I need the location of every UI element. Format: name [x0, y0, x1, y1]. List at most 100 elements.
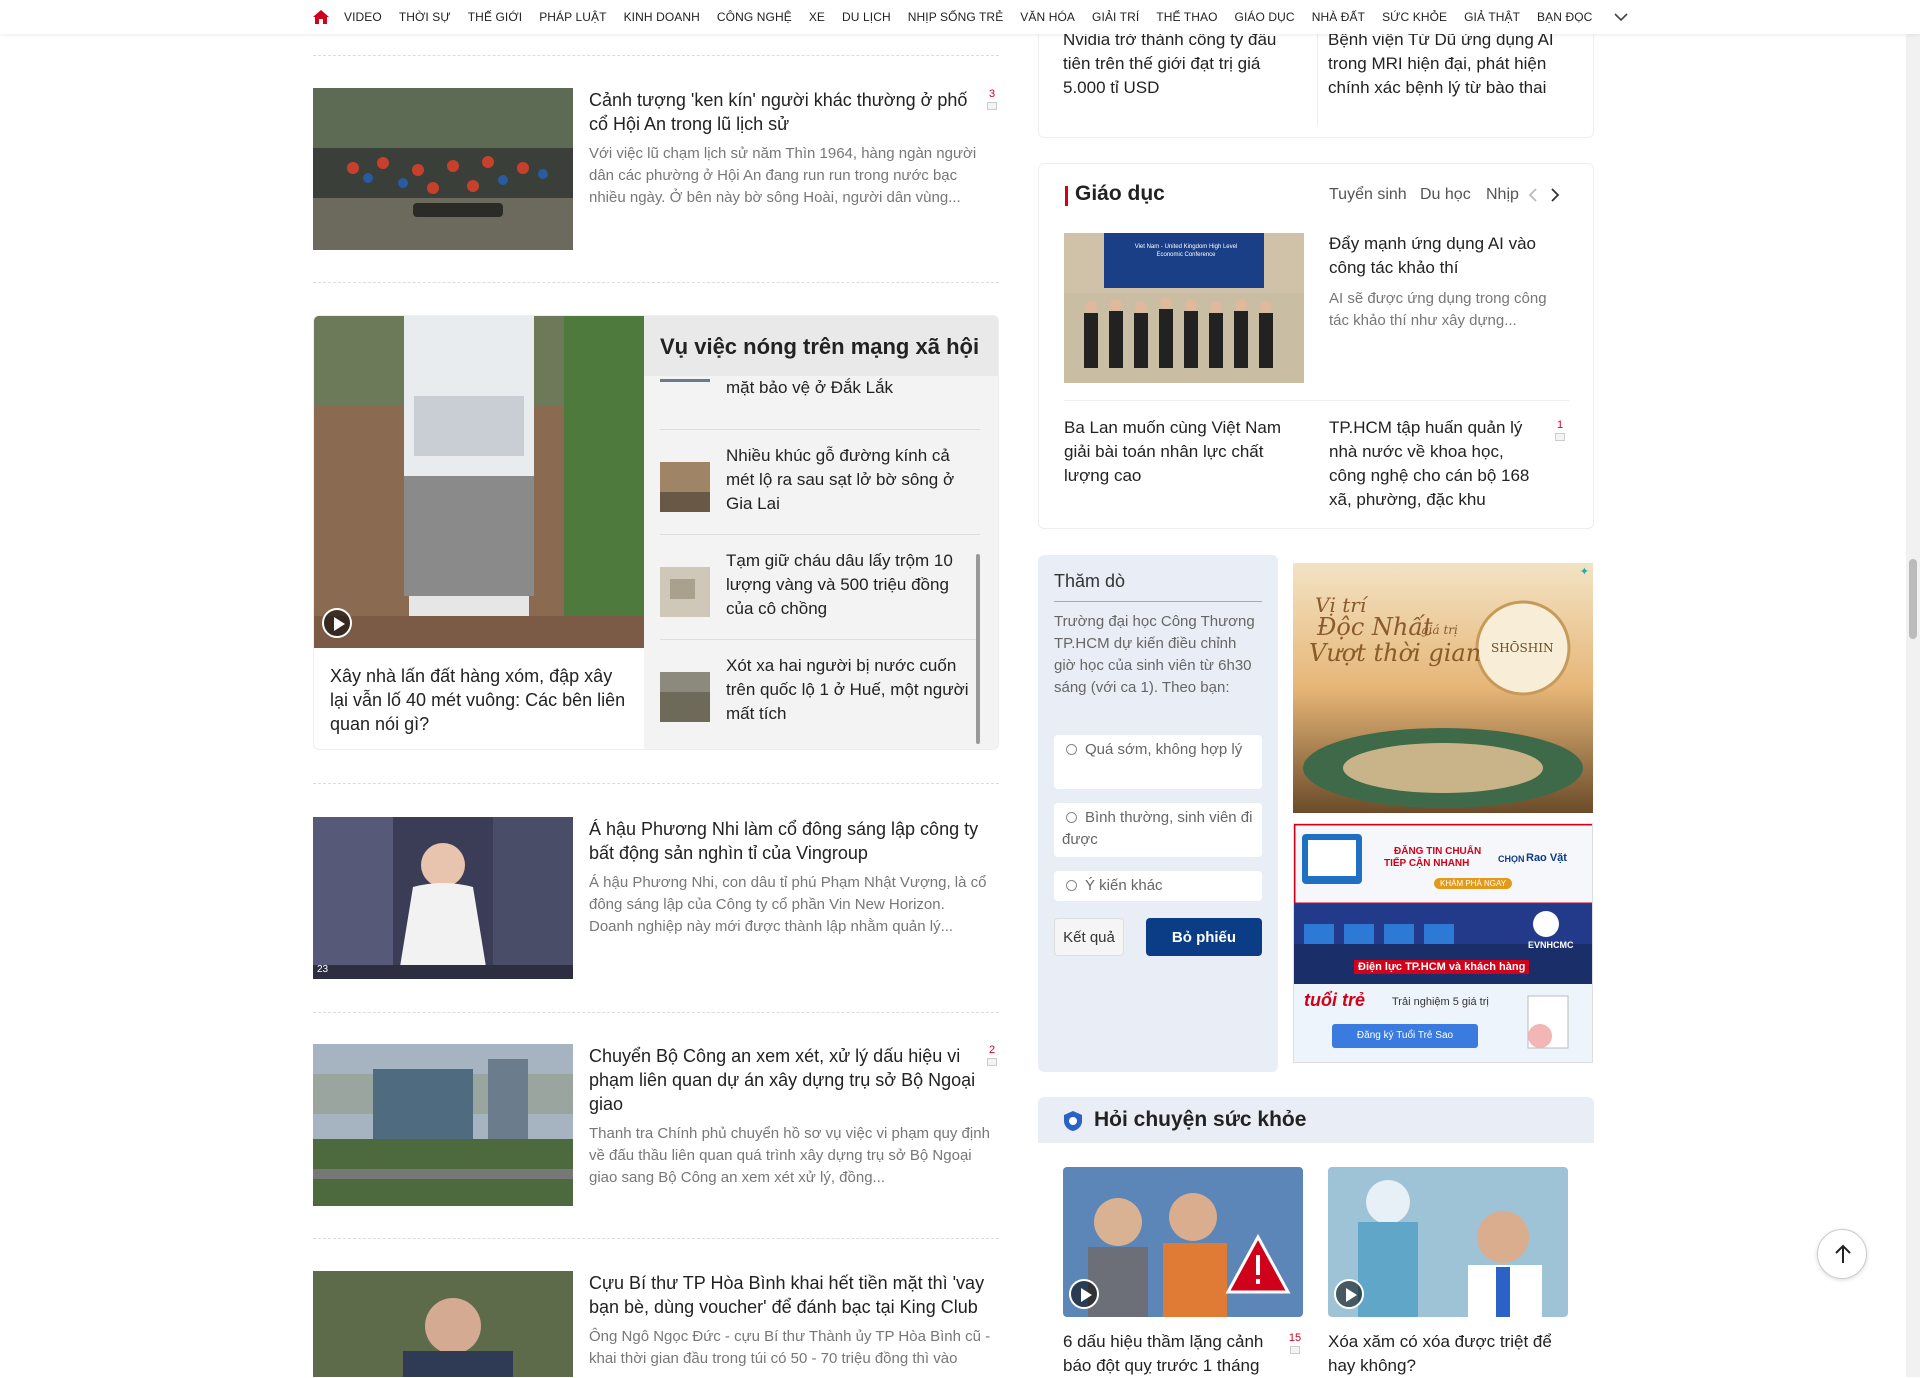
item-thumbnail[interactable]	[660, 567, 710, 617]
item-title[interactable]: Tạm giữ cháu dâu lấy trộm 10 lượng vàng …	[726, 549, 974, 621]
chevron-down-icon[interactable]	[1613, 9, 1629, 25]
news-title[interactable]: Bệnh viện Từ Dũ ứng dụng AI trong MRI hi…	[1328, 28, 1568, 100]
nav-item-thoi-su[interactable]: THỜI SỰ	[399, 10, 451, 24]
item-thumbnail[interactable]	[660, 374, 710, 382]
ad-text: ĐĂNG TIN CHUẨN	[1394, 846, 1482, 857]
article-item[interactable]: 23 Á hậu Phương Nhi làm cổ đông sáng lập…	[313, 817, 999, 979]
article-item[interactable]: Cảnh tượng 'ken kín' người khác thường ở…	[313, 88, 999, 250]
nav-item-phap-luat[interactable]: PHÁP LUẬT	[539, 10, 606, 24]
comment-count-badge[interactable]: 2	[985, 1044, 999, 1066]
education-box: Giáo dục Tuyển sinh Du học Nhịp Viet Nam…	[1038, 163, 1594, 529]
divider	[313, 55, 999, 56]
poll-result-button[interactable]: Kết quả	[1054, 918, 1124, 956]
home-icon[interactable]	[312, 9, 330, 25]
nav-item-gia-that[interactable]: GIẢ THẬT	[1464, 10, 1520, 24]
divider	[1064, 400, 1569, 401]
featured-video-title[interactable]: Xây nhà lấn đất hàng xóm, đập xây lại vẫ…	[330, 664, 630, 736]
comment-icon	[987, 102, 997, 110]
health-item-title[interactable]: Xóa xăm có xóa được triệt để hay không?	[1328, 1330, 1568, 1378]
article-item[interactable]: Cựu Bí thư TP Hòa Bình khai hết tiền mặt…	[313, 1271, 999, 1377]
article-thumbnail[interactable]	[313, 1271, 573, 1377]
comment-count-badge[interactable]: 1	[1553, 419, 1567, 441]
nav-item-xe[interactable]: XE	[809, 10, 825, 24]
education-lead-thumbnail[interactable]: Viet Nam - United Kingdom High Level Eco…	[1064, 233, 1304, 383]
poll-option[interactable]: Quá sớm, không hợp lý	[1054, 735, 1262, 789]
radio-icon[interactable]	[1066, 880, 1077, 891]
poll-option-label[interactable]: Ý kiến khác	[1085, 877, 1163, 894]
ad-brand: SHŌSHIN	[1491, 641, 1554, 655]
tab-nhip[interactable]: Nhịp	[1486, 186, 1519, 204]
nav-item-the-thao[interactable]: THỂ THAO	[1156, 10, 1217, 24]
tab-tuyen-sinh[interactable]: Tuyển sinh	[1329, 186, 1407, 204]
nav-item-giai-tri[interactable]: GIẢI TRÍ	[1092, 10, 1139, 24]
education-lead-title[interactable]: Đẩy mạnh ứng dụng AI vào công tác khảo t…	[1329, 232, 1569, 280]
advertisement-banner[interactable]: ĐĂNG TIN CHUẨN TIẾP CẬN NHANH KHÁM PHÁ N…	[1294, 824, 1592, 906]
nav-item-video[interactable]: VIDEO	[344, 10, 382, 24]
featured-video-thumbnail[interactable]	[314, 316, 644, 648]
article-title[interactable]: Cảnh tượng 'ken kín' người khác thường ở…	[589, 88, 985, 136]
nav-item-suc-khoe[interactable]: SỨC KHỎE	[1382, 10, 1447, 24]
tab-du-hoc[interactable]: Du học	[1420, 186, 1471, 204]
article-title[interactable]: Chuyển Bộ Công an xem xét, xử lý dấu hiệ…	[589, 1044, 985, 1116]
nav-item-kinh-doanh[interactable]: KINH DOANH	[624, 10, 700, 24]
nav-item-giao-duc[interactable]: GIÁO DỤC	[1235, 10, 1295, 24]
article-title[interactable]: Cựu Bí thư TP Hòa Bình khai hết tiền mặt…	[589, 1271, 985, 1319]
image-count-label: 23	[317, 964, 329, 975]
poll-option[interactable]: Bình thường, sinh viên đi được	[1054, 803, 1262, 857]
ad-cta[interactable]: KHÁM PHÁ NGAY	[1434, 878, 1513, 889]
radio-icon[interactable]	[1066, 744, 1077, 755]
article-thumbnail[interactable]	[313, 88, 573, 250]
poll-option-label[interactable]: Quá sớm, không hợp lý	[1085, 741, 1242, 758]
divider	[313, 282, 999, 283]
ad-text: Độc Nhất	[1317, 613, 1433, 641]
item-thumbnail[interactable]	[660, 462, 710, 512]
comment-count-badge[interactable]: 3	[985, 88, 999, 110]
nav-item-the-gioi[interactable]: THẾ GIỚI	[468, 10, 522, 24]
ad-cta[interactable]: Đăng ký Tuổi Trẻ Sao	[1332, 1024, 1478, 1048]
section-title[interactable]: Hỏi chuyện sức khỏe	[1094, 1108, 1306, 1132]
chevron-left-icon[interactable]	[1527, 187, 1539, 208]
news-title[interactable]: Nvidia trở thành công ty đầu tiên trên t…	[1063, 28, 1293, 100]
play-icon[interactable]	[1069, 1279, 1099, 1309]
page-scrollbar[interactable]	[1906, 34, 1920, 1377]
ad-info-icon[interactable]: ✦	[1580, 565, 1589, 578]
article-thumbnail[interactable]: 23	[313, 817, 573, 979]
poll-vote-button[interactable]: Bỏ phiếu	[1146, 918, 1262, 956]
advertisement-banner[interactable]: Điện lực TP.HCM và khách hàng EVNHCMC	[1294, 904, 1592, 984]
play-icon[interactable]	[1334, 1279, 1364, 1309]
nav-item-nhip-song-tre[interactable]: NHỊP SỐNG TRẺ	[908, 10, 1004, 24]
play-icon[interactable]	[322, 608, 352, 638]
list-scrollbar[interactable]	[972, 376, 984, 749]
section-title: Vụ việc nóng trên mạng xã hội	[660, 334, 980, 359]
item-title[interactable]: mặt bảo vệ ở Đắk Lắk	[726, 376, 974, 400]
advertisement-banner[interactable]: Vị trí Độc Nhất giá trị Vượt thời gian S…	[1293, 563, 1593, 813]
nav-item-nha-dat[interactable]: NHÀ ĐẤT	[1312, 10, 1365, 24]
nav-item-ban-doc[interactable]: BẠN ĐỌC	[1537, 10, 1592, 24]
poll-option[interactable]: Ý kiến khác	[1054, 871, 1262, 901]
page-scrollbar-thumb[interactable]	[1909, 559, 1917, 639]
nav-item-du-lich[interactable]: DU LỊCH	[842, 10, 891, 24]
scrollbar-thumb[interactable]	[976, 554, 980, 744]
article-title[interactable]: Á hậu Phương Nhi làm cổ đông sáng lập cô…	[589, 817, 985, 865]
radio-icon[interactable]	[1066, 812, 1077, 823]
education-item-title[interactable]: TP.HCM tập huấn quản lý nhà nước về khoa…	[1329, 416, 1544, 512]
item-title[interactable]: Xót xa hai người bị nước cuốn trên quốc …	[726, 654, 974, 726]
comment-count-badge[interactable]: 15	[1287, 1332, 1303, 1354]
item-title[interactable]: Nhiều khúc gỗ đường kính cả mét lộ ra sa…	[726, 444, 974, 516]
education-item-title[interactable]: Ba Lan muốn cùng Việt Nam giải bài toán …	[1064, 416, 1304, 488]
health-item-title[interactable]: 6 dấu hiệu thầm lặng cảnh báo đột quỵ tr…	[1063, 1330, 1283, 1378]
article-thumbnail[interactable]	[313, 1044, 573, 1206]
article-item[interactable]: Chuyển Bộ Công an xem xét, xử lý dấu hiệ…	[313, 1044, 999, 1206]
back-to-top-button[interactable]	[1817, 1229, 1867, 1279]
item-thumbnail[interactable]	[660, 672, 710, 722]
poll-option-label[interactable]: Bình thường, sinh viên đi được	[1062, 809, 1252, 848]
nav-item-van-hoa[interactable]: VĂN HÓA	[1020, 10, 1075, 24]
nav-item-cong-nghe[interactable]: CÔNG NGHỆ	[717, 10, 792, 24]
ad-text: Vượt thời gian	[1309, 639, 1482, 667]
health-video-thumbnail[interactable]	[1063, 1167, 1303, 1317]
health-video-thumbnail[interactable]	[1328, 1167, 1568, 1317]
section-title[interactable]: Giáo dục	[1075, 182, 1165, 206]
advertisement-stack: ĐĂNG TIN CHUẨN TIẾP CẬN NHANH KHÁM PHÁ N…	[1293, 823, 1593, 1063]
chevron-right-icon[interactable]	[1549, 187, 1561, 208]
advertisement-banner[interactable]: tuổi trẻ Trải nghiệm 5 giá trị Đăng ký T…	[1294, 984, 1592, 1062]
